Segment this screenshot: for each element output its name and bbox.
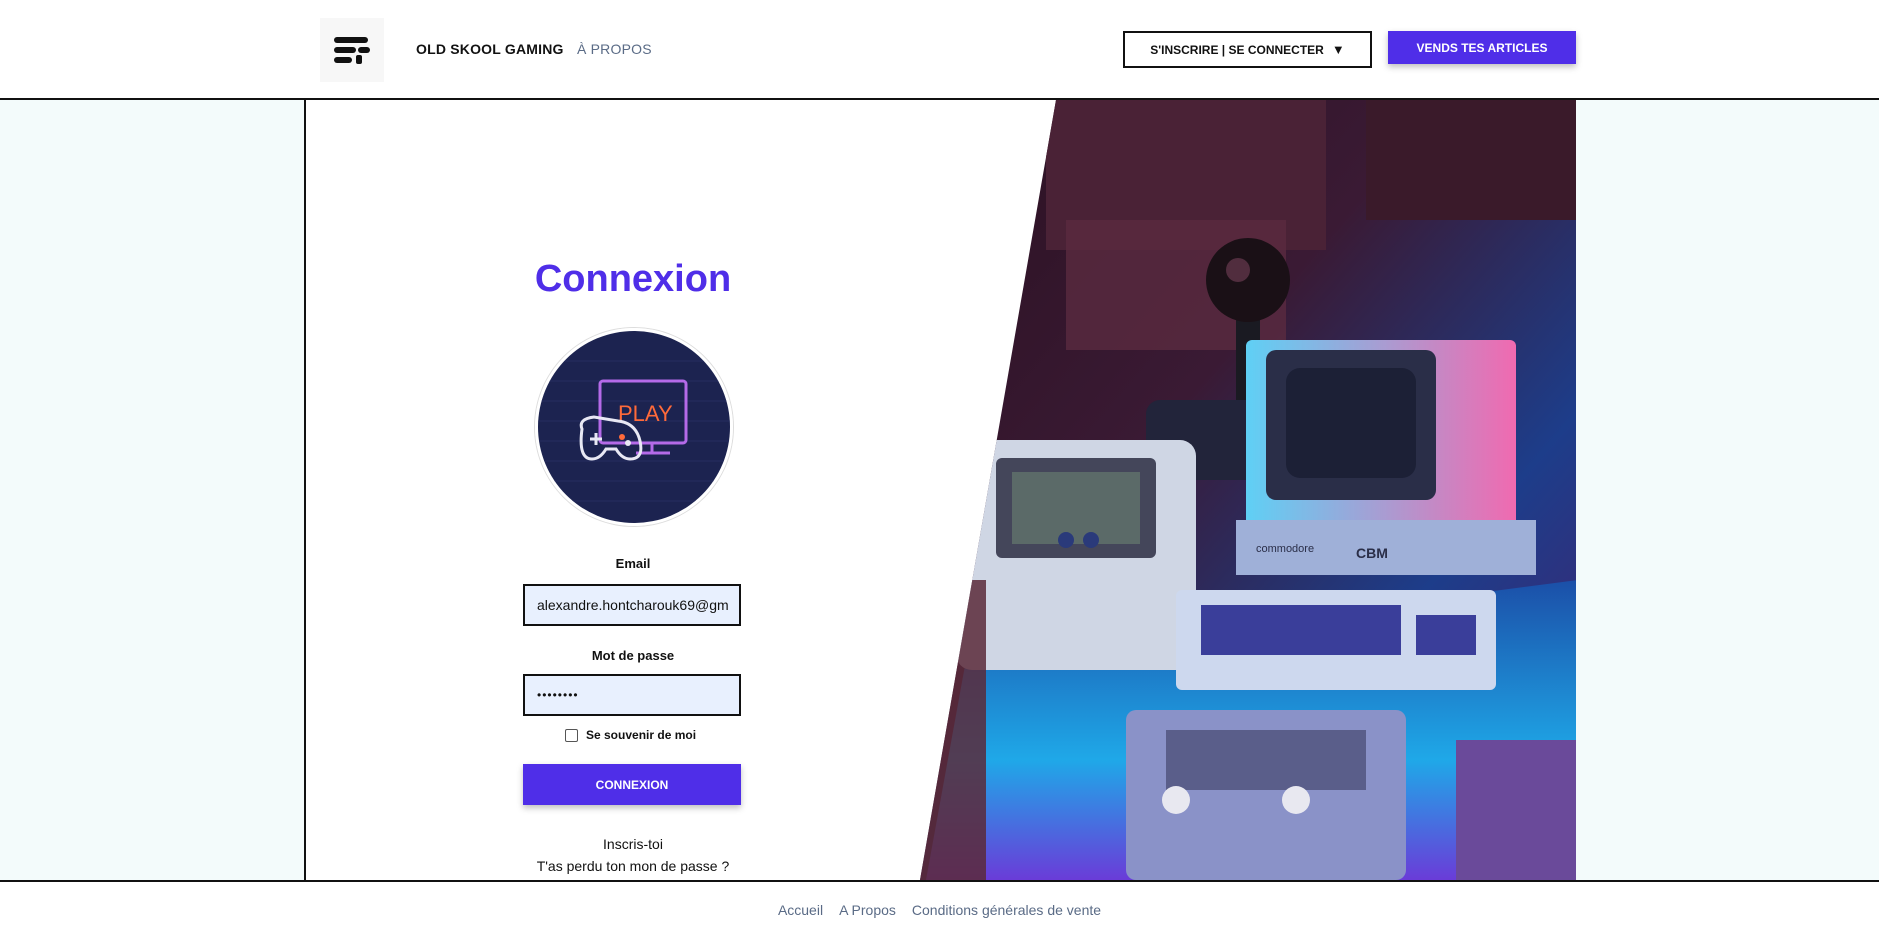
login-panel: commodore CBM Connexion PLAY Email alexa… (304, 100, 1576, 880)
game-controller-icon: PLAY (538, 331, 730, 523)
logo-icon (334, 37, 370, 64)
footer-link-about[interactable]: A Propos (839, 902, 896, 918)
play-avatar: PLAY (535, 328, 733, 526)
signup-login-label: S'INSCRIRE | SE CONNECTER (1150, 42, 1324, 57)
nav-home-link[interactable]: OLD SKOOL GAMING (416, 41, 564, 57)
signup-login-dropdown-button[interactable]: S'INSCRIRE | SE CONNECTER ▼ (1123, 31, 1372, 68)
remember-me-checkbox[interactable] (565, 728, 578, 742)
page-title: Connexion (534, 258, 732, 300)
password-label: Mot de passe (591, 648, 675, 663)
signup-link[interactable]: Inscris-toi (523, 836, 743, 852)
footer-link-terms[interactable]: Conditions générales de vente (912, 902, 1101, 918)
connexion-button[interactable]: CONNEXION (523, 764, 741, 805)
site-footer: Accueil A Propos Conditions générales de… (0, 880, 1879, 939)
email-field[interactable]: alexandre.hontcharouk69@gm (523, 584, 741, 626)
footer-links: Accueil A Propos Conditions générales de… (0, 902, 1879, 918)
password-field[interactable]: •••••••• (523, 674, 741, 716)
nav-about-link[interactable]: À PROPOS (577, 41, 652, 57)
sell-items-button[interactable]: VENDS TES ARTICLES (1388, 31, 1576, 64)
remember-me-label: Se souvenir de moi (586, 728, 697, 742)
cbm-label: CBM (1356, 545, 1388, 561)
remember-me: Se souvenir de moi (565, 728, 696, 742)
site-logo[interactable] (320, 18, 384, 82)
caret-down-icon: ▼ (1331, 42, 1345, 57)
forgot-password-link[interactable]: T'as perdu ton mon de passe ? (523, 858, 743, 874)
footer-link-home[interactable]: Accueil (778, 902, 823, 918)
commodore-label: commodore (1256, 543, 1314, 555)
retro-computers-photo: commodore CBM (306, 100, 1576, 880)
email-label: Email (615, 556, 651, 571)
site-header: OLD SKOOL GAMING À PROPOS S'INSCRIRE | S… (0, 0, 1879, 100)
